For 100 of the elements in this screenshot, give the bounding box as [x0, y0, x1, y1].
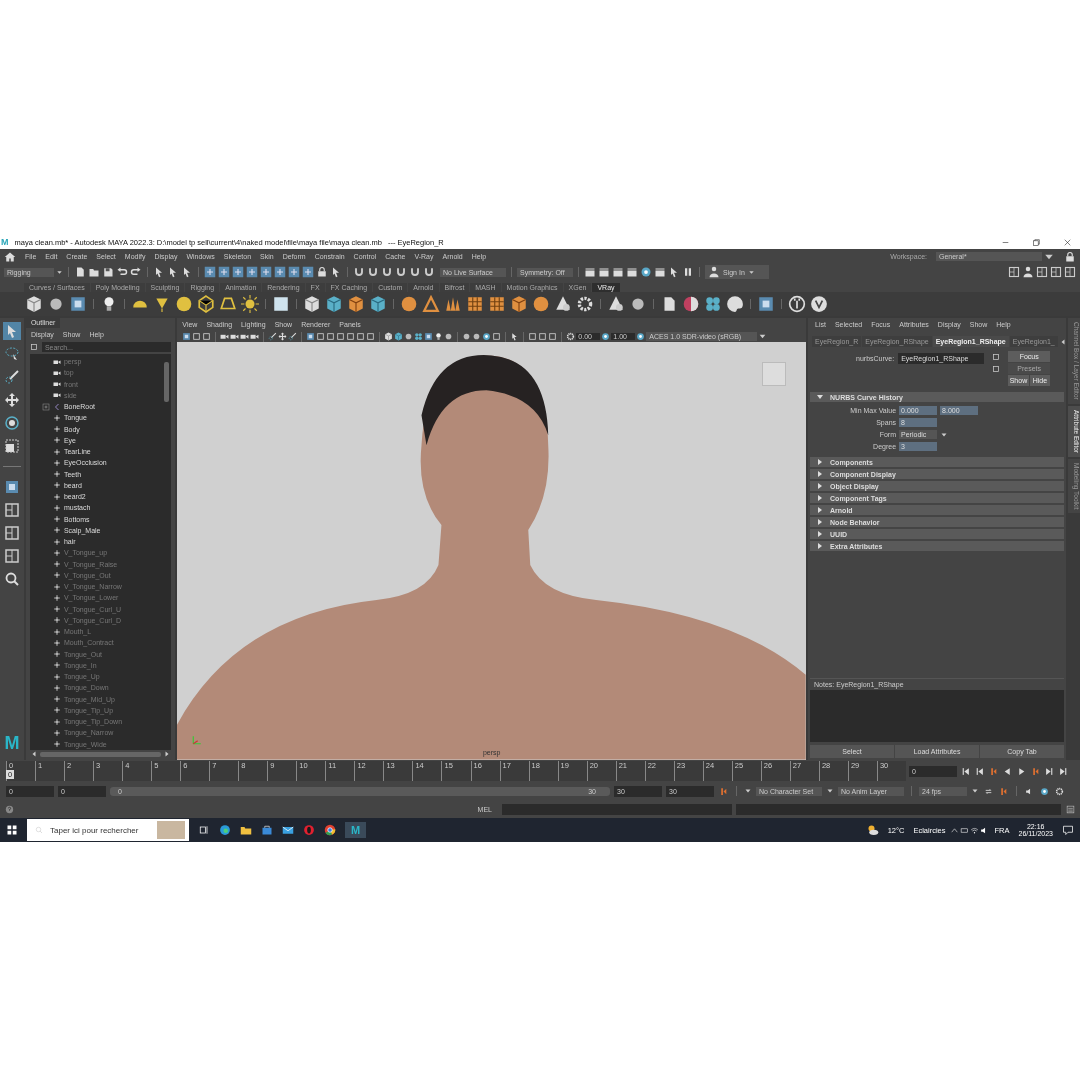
cone-light-icon[interactable]	[153, 295, 171, 313]
caret-icon[interactable]	[747, 268, 755, 276]
square-icon[interactable]	[316, 332, 326, 341]
magnet-icon[interactable]	[381, 266, 393, 278]
lock-icon[interactable]	[1064, 250, 1076, 263]
arrow-cursor-icon[interactable]	[330, 266, 342, 278]
wifi-icon[interactable]	[970, 825, 980, 835]
square-icon[interactable]	[548, 332, 558, 341]
scrollbar-thumb[interactable]	[164, 362, 170, 402]
sphere-icon[interactable]	[629, 295, 647, 313]
grid-square-icon[interactable]	[246, 266, 258, 278]
video-camera-icon[interactable]	[220, 332, 230, 341]
grid-square-icon[interactable]	[274, 266, 286, 278]
grid-square-icon[interactable]	[218, 266, 230, 278]
square-icon[interactable]	[538, 332, 548, 341]
taskbar-app-button[interactable]: M	[345, 822, 367, 838]
clapperboard-icon[interactable]	[612, 266, 624, 278]
video-camera-icon[interactable]	[230, 332, 240, 341]
caret-icon[interactable]	[744, 787, 752, 795]
cube-icon[interactable]	[510, 295, 528, 313]
cube-icon[interactable]	[384, 332, 394, 341]
target-icon[interactable]	[1040, 786, 1049, 796]
skip-to-end-icon[interactable]	[1045, 766, 1054, 776]
key-frame-icon[interactable]	[989, 766, 998, 776]
palette-icon[interactable]	[726, 295, 744, 313]
plug-icon[interactable]	[788, 295, 806, 313]
skip-to-start-icon[interactable]	[961, 766, 970, 776]
folder-icon[interactable]	[240, 824, 252, 836]
brush-icon[interactable]	[268, 332, 278, 341]
person-icon[interactable]	[708, 266, 720, 278]
play-backward-icon[interactable]	[1003, 766, 1012, 776]
light-bulb-icon[interactable]	[434, 332, 444, 341]
browser-icon[interactable]	[219, 824, 231, 836]
cloud-sun-icon[interactable]	[866, 824, 879, 836]
cube-icon[interactable]	[25, 295, 43, 313]
key-frame-icon[interactable]	[999, 786, 1008, 796]
square-icon[interactable]	[69, 295, 87, 313]
square-icon[interactable]	[528, 332, 538, 341]
browser-icon[interactable]	[324, 824, 336, 836]
document-icon[interactable]	[74, 266, 86, 278]
clapperboard-icon[interactable]	[598, 266, 610, 278]
target-icon[interactable]	[482, 332, 492, 341]
grid-icon[interactable]	[488, 295, 506, 313]
battery-icon[interactable]	[960, 825, 970, 835]
magnet-icon[interactable]	[395, 266, 407, 278]
target-icon[interactable]	[640, 266, 652, 278]
clapperboard-icon[interactable]	[584, 266, 596, 278]
caret-icon[interactable]	[971, 787, 979, 795]
clapperboard-icon[interactable]	[654, 266, 666, 278]
target-icon[interactable]	[636, 332, 646, 341]
windows-logo-icon[interactable]	[6, 824, 18, 836]
sun-icon[interactable]	[241, 295, 259, 313]
skip-to-start-icon[interactable]	[975, 766, 984, 776]
scrollbar-thumb[interactable]	[39, 751, 162, 757]
cube-icon[interactable]	[325, 295, 343, 313]
notification-icon[interactable]	[1062, 824, 1074, 836]
key-frame-icon[interactable]	[1031, 766, 1040, 776]
sphere-icon[interactable]	[404, 332, 414, 341]
grid-square-icon[interactable]	[260, 266, 272, 278]
sphere-icon[interactable]	[175, 295, 193, 313]
close-icon[interactable]	[1063, 237, 1072, 247]
rotate-icon[interactable]	[2, 414, 21, 432]
brush-icon[interactable]	[2, 368, 21, 386]
notes-field[interactable]	[810, 690, 1065, 742]
cube-icon[interactable]	[347, 295, 365, 313]
person-icon[interactable]	[1022, 266, 1034, 278]
panel-layout-icon[interactable]	[2, 524, 21, 542]
square-icon[interactable]	[272, 295, 290, 313]
square-icon[interactable]	[424, 332, 434, 341]
script-editor-icon[interactable]	[1066, 804, 1075, 814]
video-camera-icon[interactable]	[240, 332, 250, 341]
taskbar-search-field[interactable]: Taper ici pour rechercher	[27, 819, 189, 841]
grid-icon[interactable]	[466, 295, 484, 313]
cone-icon[interactable]	[554, 295, 572, 313]
brush-icon[interactable]	[288, 332, 298, 341]
shader-ball-icon[interactable]	[682, 295, 700, 313]
magnet-icon[interactable]	[353, 266, 365, 278]
key-frame-icon[interactable]	[719, 786, 728, 796]
grid-square-icon[interactable]	[302, 266, 314, 278]
pause-icon[interactable]	[682, 266, 694, 278]
undo-icon[interactable]	[116, 266, 128, 278]
arrow-cursor-icon[interactable]	[668, 266, 680, 278]
v-circle-icon[interactable]	[810, 295, 828, 313]
arrow-cursor-icon[interactable]	[167, 266, 179, 278]
square-icon[interactable]	[192, 332, 202, 341]
clapperboard-icon[interactable]	[626, 266, 638, 278]
cone-icon[interactable]	[607, 295, 625, 313]
dots-icon[interactable]	[414, 332, 424, 341]
target-icon[interactable]	[601, 332, 611, 341]
square-icon[interactable]	[492, 332, 502, 341]
magnet-icon[interactable]	[409, 266, 421, 278]
help-icon[interactable]	[5, 804, 14, 814]
caret-icon[interactable]	[826, 787, 834, 795]
task-view-icon[interactable]	[198, 824, 210, 836]
restore-icon[interactable]	[1032, 237, 1041, 247]
scale-icon[interactable]	[2, 437, 21, 455]
panel-layout-icon[interactable]	[1064, 266, 1076, 278]
square-icon[interactable]	[326, 332, 336, 341]
store-icon[interactable]	[261, 824, 273, 836]
grid-square-icon[interactable]	[288, 266, 300, 278]
